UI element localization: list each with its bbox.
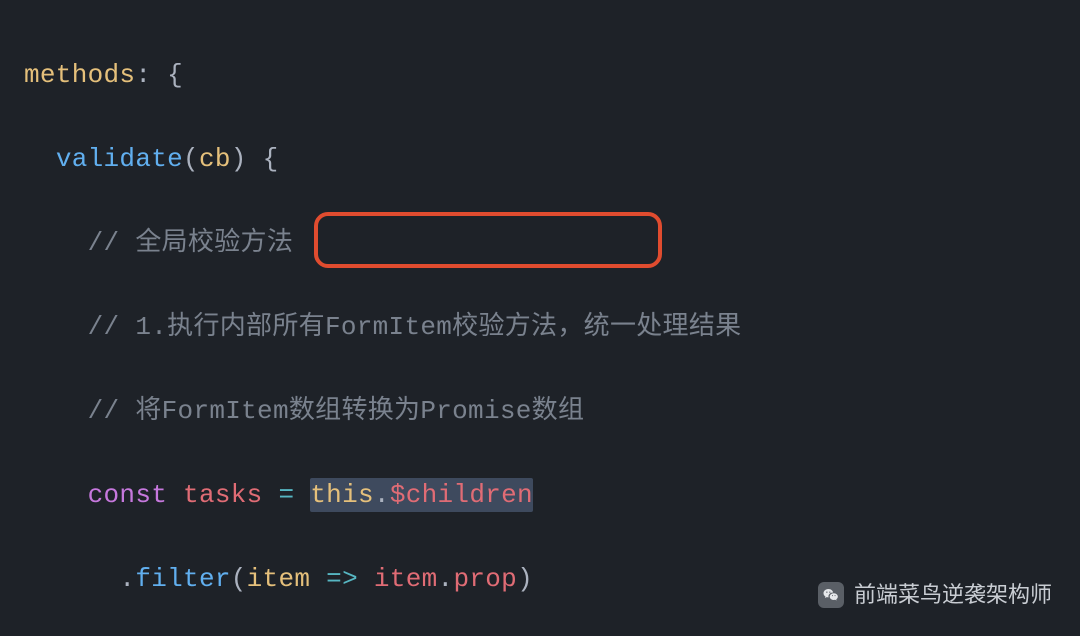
token-comment: // 1.执行内部所有FormItem校验方法，统一处理结果 xyxy=(88,312,742,342)
token-punct: . xyxy=(374,480,390,510)
code-editor[interactable]: methods: { validate(cb) { // 全局校验方法 // 1… xyxy=(0,0,1080,636)
watermark-text: 前端菜鸟逆袭架构师 xyxy=(854,574,1052,616)
token-comment: // 将FormItem数组转换为Promise数组 xyxy=(88,396,585,426)
token-property: prop xyxy=(453,564,517,594)
code-line: validate(cb) { xyxy=(24,138,1080,180)
token-arrow: => xyxy=(310,564,374,594)
wechat-icon-svg xyxy=(822,586,840,604)
code-line: // 将FormItem数组转换为Promise数组 xyxy=(24,390,1080,432)
token-method: filter xyxy=(135,564,230,594)
token-property: $children xyxy=(390,480,533,510)
token-punct: . xyxy=(119,564,135,594)
text-selection: this.$children xyxy=(310,478,533,512)
token-property: methods xyxy=(24,60,135,90)
token-punct: : { xyxy=(135,60,183,90)
token-variable: item xyxy=(374,564,438,594)
token-param: item xyxy=(247,564,311,594)
code-line: const tasks = this.$children xyxy=(24,474,1080,516)
wechat-icon xyxy=(818,582,844,608)
token-method: validate xyxy=(56,144,183,174)
code-line: // 1.执行内部所有FormItem校验方法，统一处理结果 xyxy=(24,306,1080,348)
token-param: cb xyxy=(199,144,231,174)
token-punct: ) { xyxy=(231,144,279,174)
token-punct: ) xyxy=(517,564,533,594)
token-operator: = xyxy=(263,480,311,510)
code-line: methods: { xyxy=(24,54,1080,96)
watermark: 前端菜鸟逆袭架构师 xyxy=(818,574,1052,616)
token-punct: . xyxy=(438,564,454,594)
token-keyword: const xyxy=(88,480,168,510)
token-comment: // 全局校验方法 xyxy=(88,228,294,258)
token-punct: ( xyxy=(231,564,247,594)
token-punct: ( xyxy=(183,144,199,174)
token-variable: tasks xyxy=(183,480,263,510)
code-line: // 全局校验方法 xyxy=(24,222,1080,264)
token-this: this xyxy=(310,480,374,510)
